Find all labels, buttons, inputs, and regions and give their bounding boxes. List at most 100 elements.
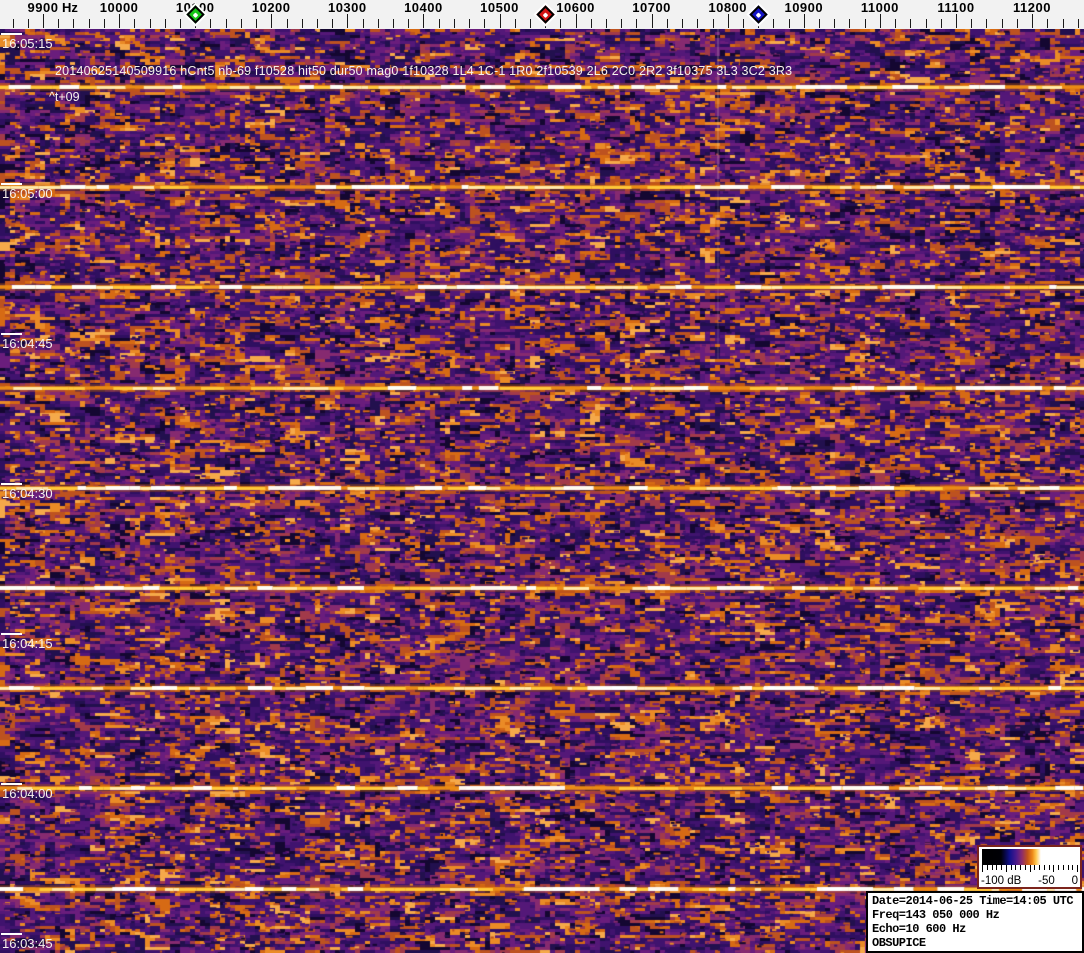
ruler-tick [879, 14, 881, 28]
ruler-label: 9900 [27, 0, 59, 15]
ruler-tick [393, 19, 394, 28]
ruler-tick [697, 19, 699, 28]
colorbar-tick [1029, 865, 1031, 872]
ruler-tick [606, 19, 607, 28]
ruler-tick [575, 14, 577, 28]
time-tick [1, 783, 22, 785]
spectrogram-waterfall[interactable] [0, 29, 1084, 953]
ruler-label: 10000 [99, 0, 139, 15]
ruler-tick [986, 19, 988, 28]
ruler-tick [12, 19, 14, 28]
ruler-tick [484, 19, 486, 28]
ruler-tick [864, 19, 866, 28]
colorbar-tick [982, 865, 983, 872]
ruler-label: 10700 [632, 0, 671, 15]
ruler-tick [1016, 19, 1018, 28]
ruler-tick [834, 19, 836, 28]
ruler-tick [408, 19, 410, 28]
ruler-label: 10800 [708, 0, 748, 15]
colorbar-ticks [982, 865, 1078, 873]
ruler-tick [895, 19, 897, 28]
colorbar-tick [1039, 865, 1040, 870]
ruler-tick [256, 19, 257, 28]
detection-annotation: 20140625140509916 hCnt5 nb-69 f10528 hit… [55, 64, 793, 78]
colorbar-tick [1015, 865, 1017, 870]
colorbar-tick [1048, 865, 1050, 870]
marker-blue-marker-diamond[interactable] [748, 5, 768, 24]
ruler-tick [301, 19, 303, 28]
ruler-tick [514, 19, 516, 28]
ruler-label: 11200 [1013, 0, 1051, 15]
colorbar-tick [1077, 865, 1078, 872]
frequency-ruler[interactable]: Hz 9900100001010010200103001040010500106… [0, 0, 1084, 29]
ruler-tick [225, 19, 227, 28]
ruler-tick [164, 19, 166, 28]
ruler-tick [149, 19, 151, 28]
marker-red-marker-diamond[interactable] [535, 5, 555, 24]
ruler-tick [742, 19, 744, 28]
ruler-tick [666, 19, 668, 28]
colorbar-label-min: -100 dB [981, 875, 1022, 887]
ruler-tick [682, 19, 684, 28]
ruler-tick [377, 19, 379, 28]
ruler-tick [423, 14, 425, 28]
ruler-tick [362, 19, 364, 28]
ruler-tick [849, 19, 851, 28]
ruler-tick [621, 19, 623, 28]
ruler-tick [560, 19, 562, 28]
ruler-tick [819, 19, 820, 28]
ruler-tick [925, 19, 927, 28]
ruler-tick [469, 19, 470, 28]
ruler-tick [88, 19, 90, 28]
ruler-tick [1032, 14, 1033, 28]
ruler-tick [940, 19, 942, 28]
time-label: 16:03:45 [2, 936, 53, 951]
ruler-label: 11000 [860, 0, 899, 15]
colorbar-tick [1020, 865, 1021, 870]
colorbar-tick [1005, 865, 1007, 872]
time-tick [1, 33, 22, 35]
ruler-label: 10300 [327, 0, 367, 15]
colorbar-tick [1053, 865, 1055, 872]
time-label: 16:05:00 [2, 186, 53, 201]
ruler-tick [453, 19, 455, 28]
event-time-marker: ^t+09 [49, 90, 80, 104]
ruler-tick [1001, 19, 1003, 28]
ruler-tick [58, 19, 60, 28]
ruler-tick [651, 14, 653, 28]
colorbar: -100 dB -50 0 [977, 845, 1082, 889]
ruler-label: 10900 [784, 0, 824, 15]
ruler-tick [316, 19, 318, 28]
ruler-tick [971, 19, 973, 28]
time-tick [1, 333, 22, 335]
colorbar-label-mid: -50 [1038, 875, 1055, 887]
info-line-datetime: Date=2014-06-25 Time=14:05 UTC [872, 894, 1074, 908]
ruler-tick [910, 19, 912, 28]
ruler-tick [1062, 19, 1064, 28]
colorbar-tick [1043, 865, 1045, 870]
ruler-label: 10600 [556, 0, 595, 15]
colorbar-tick [991, 865, 993, 870]
ruler-tick [271, 14, 273, 28]
colorbar-gradient [982, 849, 1077, 865]
colorbar-tick [1058, 865, 1059, 870]
ruler-tick [347, 14, 349, 28]
ruler-tick [179, 19, 181, 28]
ruler-tick [956, 14, 957, 28]
ruler-label: 10500 [480, 0, 519, 15]
colorbar-tick [1034, 865, 1036, 870]
ruler-tick [240, 19, 242, 28]
colorbar-tick [1010, 865, 1012, 870]
ruler-tick [286, 19, 288, 28]
time-tick [1, 483, 22, 485]
time-tick [1, 183, 22, 185]
ruler-tick [1047, 19, 1049, 28]
ruler-tick [788, 19, 790, 28]
ruler-label: 10400 [404, 0, 443, 15]
ruler-tick [1077, 19, 1079, 28]
ruler-label: 11100 [937, 0, 975, 15]
info-line-station: OBSUPICE [872, 936, 926, 950]
ruler-tick [438, 19, 440, 28]
colorbar-tick [1067, 865, 1069, 870]
colorbar-tick [986, 865, 988, 870]
